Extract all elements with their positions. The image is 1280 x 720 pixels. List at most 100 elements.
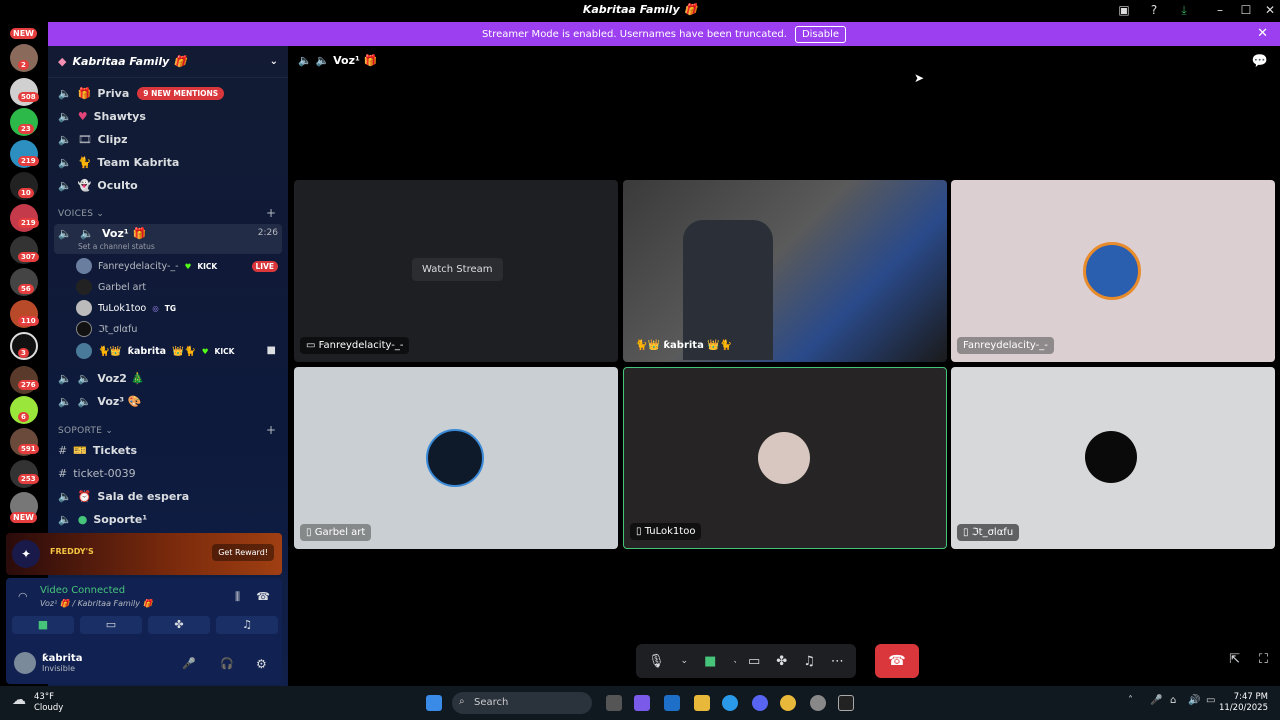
channel-sala-de-espera[interactable]: 🔈 ⏰ Sala de espera [58,485,280,507]
steam-icon[interactable] [810,695,826,711]
channel-team-kabrita[interactable]: 🔈 🐈 Team Kabrita [58,151,280,173]
speaker-icon: 🔈 [58,489,72,503]
screenshare-icon[interactable]: ▭ [748,654,760,669]
soundboard-icon[interactable]: ♫ [803,654,815,669]
discord-icon[interactable] [752,695,768,711]
channel-tickets[interactable]: # 🎫 Tickets [58,439,280,461]
weather-icon[interactable]: ☁ [12,692,26,708]
video-tile[interactable]: 🐈👑 ƙabrita 👑🐈 [623,180,947,362]
channel-oculto[interactable]: 🔈 👻 Oculto [58,174,280,196]
channel-shawtys[interactable]: 🔈 ♥ Shawtys [58,105,280,127]
voice-member[interactable]: ℑt_σlαfu [76,321,137,337]
camera-button[interactable]: ■ [12,616,74,634]
active-voice-channel[interactable]: 🔈 🔈 Voz¹ 🎁 2:26 Set a channel status [54,224,282,254]
gear-icon[interactable]: ⚙ [256,657,267,671]
channel-status[interactable]: Set a channel status [78,242,155,251]
voice-member[interactable]: Garbel art [76,279,146,295]
chevron-down-icon[interactable]: ⌄ [681,656,689,666]
copilot-icon[interactable] [634,695,650,711]
voices-category[interactable]: VOICES ⌄ [58,209,104,219]
share-control-group: ▭ ✤ ♫ ⋯ [736,644,856,678]
get-reward-button[interactable]: Get Reward! [212,544,274,561]
close-window-icon[interactable]: ✕ [1262,3,1278,19]
epic-games-icon[interactable] [838,695,854,711]
taskbar-search[interactable]: ⌕ Search [452,692,592,714]
soundboard-button[interactable]: ♫ [216,616,278,634]
channel-voz2[interactable]: 🔈 🔈 Voz2 🎄 [58,367,280,389]
disable-button[interactable]: Disable [794,25,847,43]
guild-header[interactable]: ◆ Kabritaa Family 🎁 ⌄ [48,46,288,78]
channel-clipz[interactable]: 🔈 🎞 Clipz [58,128,280,150]
video-tile[interactable]: ▯ Garbel art [294,367,618,549]
chevron-down-icon[interactable]: ⌄ [270,56,278,67]
promo-banner[interactable]: ✦ FREDDY'S Get Reward! [6,533,282,575]
add-channel-icon[interactable]: + [266,206,276,220]
popout-icon[interactable]: ⇱ [1229,652,1240,667]
video-tile[interactable]: Fanreydelacity-_- [951,180,1275,362]
hash-icon: # [58,443,68,457]
task-view-icon[interactable] [606,695,622,711]
add-channel-icon[interactable]: + [266,423,276,437]
avatar [76,279,92,295]
screenshare-button[interactable]: ▭ [80,616,142,634]
screenshare-icon: ▭ [105,618,117,631]
noise-suppression-icon[interactable]: ⫼ [235,590,240,604]
speaker-icon: 🔈 [77,394,92,408]
file-explorer-icon[interactable] [694,695,710,711]
channel-soporte[interactable]: 🔈 ● Soporte¹ [58,508,280,530]
microphone-icon[interactable]: 🎙 [648,654,665,669]
chevron-up-icon[interactable]: ˄ [1128,695,1133,706]
signal-icon[interactable]: ◠ [18,590,28,603]
activities-button[interactable]: ✤ [148,616,210,634]
avatar [76,300,92,316]
minimize-icon[interactable]: – [1212,3,1228,19]
video-tile[interactable]: Watch Stream ▭ Fanreydelacity-_- [294,180,618,362]
channel-priva[interactable]: 🔈 🎁 Priva 9 NEW MENTIONS [58,82,280,104]
end-call-button[interactable]: ☎ [875,644,919,678]
video-tile[interactable]: ▯ ℑt_σlαfu [951,367,1275,549]
server-badge: 23 [18,124,34,134]
headphones-icon[interactable]: 🎧 [220,657,234,670]
download-icon[interactable]: ⤓ [1176,3,1192,19]
battery-icon[interactable]: ▭ [1206,695,1215,706]
outlook-icon[interactable] [664,695,680,711]
edge-icon[interactable] [722,695,738,711]
chat-icon[interactable]: 💬 [1252,54,1268,69]
volume-icon[interactable]: 🔊 [1188,695,1200,706]
speaker-icon: 🔈 [77,371,92,385]
network-icon[interactable]: ⌂ [1170,695,1176,706]
voice-channel-path[interactable]: Voz¹ 🎁 / Kabritaa Family 🎁 [40,599,153,608]
maximize-icon[interactable]: ☐ [1238,3,1254,19]
voice-member[interactable]: 🐈👑 ƙabrita 👑🐈 ♥ KICK [76,343,234,359]
help-icon[interactable]: ? [1146,3,1162,19]
close-banner-icon[interactable]: ✕ [1257,26,1268,41]
channel-voz3[interactable]: 🔈 🔈 Voz³ 🎨 [58,390,280,412]
more-icon[interactable]: ⋯ [831,654,844,669]
chrome-icon[interactable] [780,695,796,711]
server-badge: 253 [18,474,39,484]
new-badge: NEW [10,512,37,523]
user-area[interactable]: ƙabrita Invisible [14,652,82,674]
activities-icon[interactable]: ✤ [776,654,787,669]
microphone-icon[interactable]: 🎤 [1150,695,1162,706]
microphone-icon[interactable]: 🎤 [182,657,196,670]
camera-icon[interactable]: ■ [704,654,716,669]
clock[interactable]: 7:47 PM 11/20/2025 [1219,692,1268,714]
windows-start-icon[interactable] [426,695,442,711]
voice-member[interactable]: TuLok1too ◎ TG [76,300,176,316]
avatar [14,652,36,674]
watch-stream-button[interactable]: Watch Stream [412,258,503,281]
mentions-pill[interactable]: 9 NEW MENTIONS [137,86,225,100]
video-tile[interactable]: ▯ TuLok1too [623,367,947,549]
new-badge: NEW [10,28,37,39]
voice-member[interactable]: Fanreydelacity-_- ♥ KICK [76,258,217,274]
avatar [758,432,810,484]
inbox-icon[interactable]: ▣ [1116,3,1132,19]
soporte-category[interactable]: SOPORTE ⌄ [58,426,113,436]
fullscreen-icon[interactable]: ⛶ [1259,652,1268,667]
weather-widget[interactable]: 43°F Cloudy [34,692,63,714]
channel-label: Tickets [92,443,138,457]
disconnect-icon[interactable]: ☎ [256,590,270,603]
channel-ticket-0039[interactable]: # ticket-0039 [58,462,280,484]
phone-icon: ▯ [963,527,969,538]
